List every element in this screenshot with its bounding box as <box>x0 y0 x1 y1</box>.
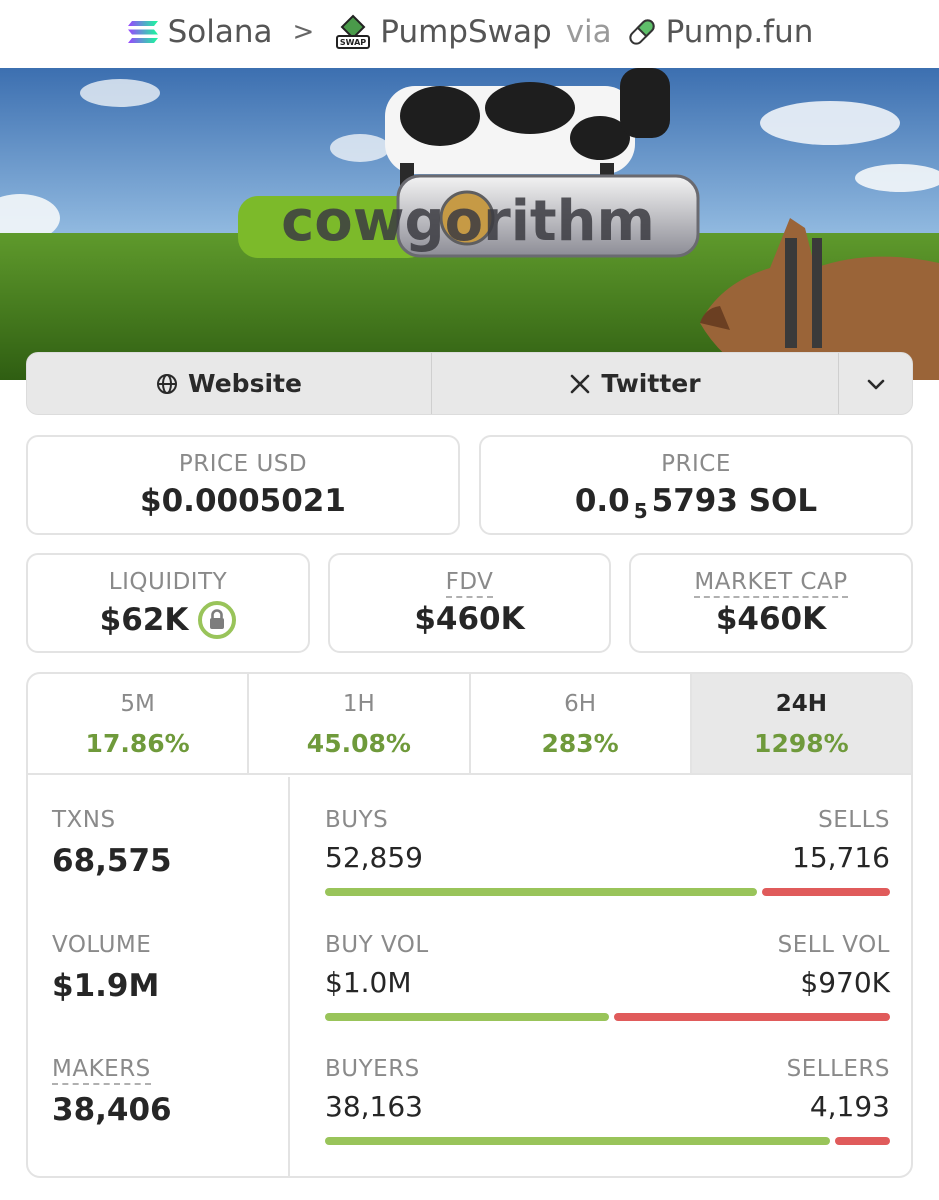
buy-sell-volume-bar <box>325 1013 890 1021</box>
buyers-label: BUYERS <box>325 1056 420 1082</box>
dex-name: PumpSwap <box>380 14 552 50</box>
chevron-down-icon <box>867 379 884 389</box>
breadcrumb: Solana > SWAP PumpSwap via Pump.fun <box>0 0 939 64</box>
price-usd-card: PRICE USD $0.0005021 <box>26 435 460 535</box>
buys-label: BUYS <box>325 807 389 833</box>
buys-value: 52,859 <box>325 841 423 874</box>
breadcrumb-launchpad[interactable]: Pump.fun <box>626 14 814 50</box>
tab-24h[interactable]: 24H 1298% <box>691 674 911 773</box>
fdv-card: FDV $460K <box>328 553 611 653</box>
buys-sells-row: BUYS SELLS 52,859 15,716 <box>325 807 890 896</box>
tab-label: 1H <box>342 691 375 717</box>
buyers-value: 38,163 <box>325 1090 423 1123</box>
sellers-value: 4,193 <box>809 1090 890 1123</box>
volume-label: VOLUME <box>52 932 152 958</box>
buys-sells-bar <box>325 888 890 896</box>
sellers-label: SELLERS <box>786 1056 890 1082</box>
website-button[interactable]: Website <box>27 353 432 414</box>
tab-change: 17.86% <box>85 729 190 758</box>
buyers-bar-segment <box>325 1137 830 1145</box>
buys-bar-segment <box>325 888 757 896</box>
breadcrumb-chain[interactable]: Solana <box>126 14 273 50</box>
breakdown-column: BUYS SELLS 52,859 15,716 BUY VOL SELL VO… <box>325 777 890 1176</box>
solana-icon <box>127 21 158 43</box>
market-cap-label[interactable]: MARKET CAP <box>694 569 848 598</box>
tab-label: 6H <box>564 691 597 717</box>
sells-bar-segment <box>761 888 890 896</box>
website-label: Website <box>188 369 302 398</box>
volume-value: $1.9M <box>52 968 160 1004</box>
sellers-bar-segment <box>834 1137 890 1145</box>
lock-icon[interactable] <box>198 601 237 639</box>
summary-column: TXNS 68,575 VOLUME $1.9M MAKERS 38,406 <box>28 777 290 1176</box>
pumpswap-icon-text: SWAP <box>340 38 366 47</box>
pumpswap-icon: SWAP <box>336 14 371 49</box>
tab-label: 5M <box>120 691 155 717</box>
buyers-sellers-row: BUYERS SELLERS 38,163 4,193 <box>325 1056 890 1145</box>
twitter-label: Twitter <box>601 369 701 398</box>
breadcrumb-separator: > <box>292 17 315 47</box>
timeframe-tabs: 5M 17.86% 1H 45.08% 6H 283% 24H 1298% <box>28 674 911 775</box>
tab-6h[interactable]: 6H 283% <box>471 674 692 773</box>
price-sol-prefix: 0.0 <box>574 483 630 519</box>
sell-vol-bar-segment <box>614 1013 890 1021</box>
market-cap-card: MARKET CAP $460K <box>629 553 913 653</box>
tab-5m[interactable]: 5M 17.86% <box>28 674 250 773</box>
x-logo-icon <box>571 374 590 393</box>
launchpad-name: Pump.fun <box>665 14 814 50</box>
banner-image: cowgorithm <box>0 68 939 380</box>
sell-vol-label: SELL VOL <box>777 932 890 958</box>
price-sol-suffix: 5793 SOL <box>651 483 818 519</box>
fdv-label[interactable]: FDV <box>445 569 494 598</box>
globe-icon <box>157 373 178 394</box>
buyers-sellers-bar <box>325 1137 890 1145</box>
liquidity-value: $62K <box>99 602 189 638</box>
chain-name: Solana <box>167 14 273 50</box>
buy-sell-volume-row: BUY VOL SELL VOL $1.0M $970K <box>325 932 890 1021</box>
tab-change: 283% <box>541 729 619 758</box>
buy-vol-label: BUY VOL <box>325 932 429 958</box>
price-sol-label: PRICE <box>661 451 731 477</box>
price-sol-zero-count: 5 <box>633 499 648 523</box>
txns-label: TXNS <box>52 807 116 833</box>
more-links-dropdown[interactable] <box>839 353 912 414</box>
liquidity-card: LIQUIDITY $62K <box>26 553 310 653</box>
cowgorithm-logo: cowgorithm <box>238 174 700 258</box>
volume-stat: VOLUME $1.9M <box>52 932 159 1004</box>
social-links-bar: Website Twitter <box>26 352 913 415</box>
tab-change: 45.08% <box>306 729 411 758</box>
sells-label: SELLS <box>818 807 890 833</box>
liquidity-label: LIQUIDITY <box>108 569 228 595</box>
sell-vol-value: $970K <box>800 966 890 999</box>
buy-vol-bar-segment <box>325 1013 610 1021</box>
trading-stats-panel: 5M 17.86% 1H 45.08% 6H 283% 24H 1298% TX… <box>26 672 913 1178</box>
twitter-button[interactable]: Twitter <box>432 353 839 414</box>
breadcrumb-dex[interactable]: SWAP PumpSwap <box>334 13 552 51</box>
price-sol-card: PRICE 0.0 5 5793 SOL <box>479 435 913 535</box>
fdv-value: $460K <box>414 601 525 637</box>
makers-value: 38,406 <box>52 1092 172 1128</box>
makers-stat: MAKERS 38,406 <box>52 1056 172 1128</box>
price-usd-value: $0.0005021 <box>140 483 346 519</box>
txns-value: 68,575 <box>52 843 172 879</box>
tab-change: 1298% <box>754 729 849 758</box>
txns-stat: TXNS 68,575 <box>52 807 172 879</box>
pill-icon <box>628 19 655 45</box>
sells-value: 15,716 <box>792 841 890 874</box>
buy-vol-value: $1.0M <box>325 966 412 999</box>
tab-label: 24H <box>775 691 827 717</box>
logo-text: cowgorithm <box>281 189 655 254</box>
market-cap-value: $460K <box>715 601 827 637</box>
via-label: via <box>565 14 612 50</box>
makers-label[interactable]: MAKERS <box>52 1056 151 1085</box>
price-usd-label: PRICE USD <box>178 451 308 477</box>
tab-1h[interactable]: 1H 45.08% <box>249 674 471 773</box>
token-banner: cowgorithm <box>0 68 939 380</box>
